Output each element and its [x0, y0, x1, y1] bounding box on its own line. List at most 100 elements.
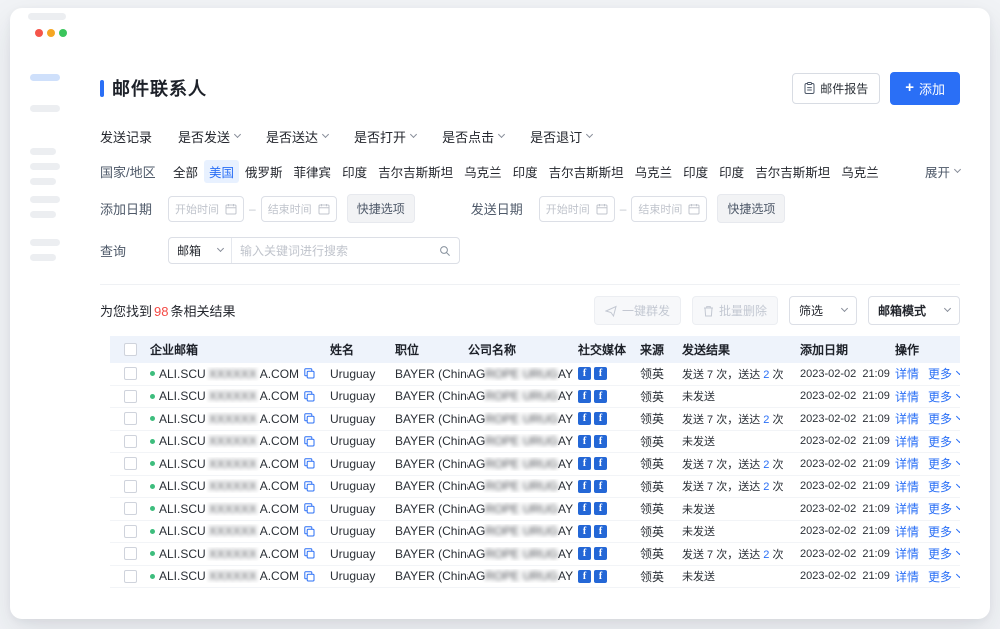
copy-icon[interactable] [304, 526, 315, 537]
send-record-label[interactable]: 发送记录 [100, 127, 152, 146]
country-option[interactable]: 俄罗斯 [240, 160, 288, 183]
sidebar-skeleton-item[interactable] [30, 211, 56, 218]
traffic-light-minimize-icon[interactable] [47, 29, 55, 37]
row-checkbox[interactable] [124, 570, 137, 583]
country-option[interactable]: 吉尔吉斯斯坦 [750, 160, 835, 183]
country-option[interactable]: 乌克兰 [836, 160, 884, 183]
copy-icon[interactable] [304, 548, 315, 559]
send-date-start-input[interactable]: 开始时间 [539, 196, 615, 222]
country-option[interactable]: 乌克兰 [459, 160, 507, 183]
facebook-icon[interactable] [578, 457, 591, 470]
bulk-delete-button[interactable]: 批量删除 [692, 296, 778, 325]
more-link[interactable]: 更多 [928, 500, 960, 517]
row-checkbox[interactable] [124, 390, 137, 403]
country-option[interactable]: 菲律宾 [289, 160, 337, 183]
copy-icon[interactable] [304, 458, 315, 469]
facebook-icon[interactable] [578, 435, 591, 448]
filter-dropdown[interactable]: 是否打开 [354, 127, 416, 146]
row-checkbox[interactable] [124, 412, 137, 425]
row-checkbox[interactable] [124, 480, 137, 493]
country-option[interactable]: 吉尔吉斯斯坦 [544, 160, 629, 183]
detail-link[interactable]: 详情 [895, 523, 919, 540]
country-option[interactable]: 乌克兰 [630, 160, 678, 183]
search-icon[interactable] [439, 245, 451, 257]
copy-icon[interactable] [304, 571, 315, 582]
row-checkbox[interactable] [124, 525, 137, 538]
mail-report-button[interactable]: 邮件报告 [792, 73, 880, 104]
more-link[interactable]: 更多 [928, 433, 960, 450]
bulk-send-button[interactable]: 一键群发 [594, 296, 681, 325]
filter-dropdown[interactable]: 是否发送 [178, 127, 240, 146]
row-checkbox[interactable] [124, 502, 137, 515]
facebook-icon[interactable] [578, 367, 591, 380]
facebook-icon[interactable] [594, 502, 607, 515]
row-checkbox[interactable] [124, 457, 137, 470]
sidebar-skeleton-item[interactable] [30, 254, 56, 261]
mailbox-mode-select[interactable]: 邮箱模式 [868, 296, 960, 325]
facebook-icon[interactable] [594, 390, 607, 403]
copy-icon[interactable] [304, 368, 315, 379]
select-all-checkbox[interactable] [124, 343, 137, 356]
facebook-icon[interactable] [578, 480, 591, 493]
detail-link[interactable]: 详情 [895, 500, 919, 517]
copy-icon[interactable] [304, 413, 315, 424]
copy-icon[interactable] [304, 481, 315, 492]
filter-dropdown[interactable]: 是否点击 [442, 127, 504, 146]
facebook-icon[interactable] [578, 547, 591, 560]
add-date-end-input[interactable]: 结束时间 [261, 196, 337, 222]
send-date-quick-options-button[interactable]: 快捷选项 [717, 194, 785, 223]
detail-link[interactable]: 详情 [895, 455, 919, 472]
facebook-icon[interactable] [594, 435, 607, 448]
facebook-icon[interactable] [578, 570, 591, 583]
country-option[interactable]: 吉尔吉斯斯坦 [373, 160, 458, 183]
traffic-light-close-icon[interactable] [35, 29, 43, 37]
filter-dropdown[interactable]: 是否退订 [530, 127, 592, 146]
facebook-icon[interactable] [594, 367, 607, 380]
sidebar-skeleton-item[interactable] [30, 239, 60, 246]
detail-link[interactable]: 详情 [895, 568, 919, 585]
more-link[interactable]: 更多 [928, 365, 960, 382]
facebook-icon[interactable] [578, 502, 591, 515]
copy-icon[interactable] [304, 391, 315, 402]
facebook-icon[interactable] [594, 457, 607, 470]
sidebar-skeleton-item[interactable] [30, 178, 56, 185]
facebook-icon[interactable] [594, 570, 607, 583]
more-link[interactable]: 更多 [928, 545, 960, 562]
more-link[interactable]: 更多 [928, 455, 960, 472]
row-checkbox[interactable] [124, 435, 137, 448]
filter-select[interactable]: 筛选 [789, 296, 857, 325]
facebook-icon[interactable] [594, 547, 607, 560]
sidebar-item-active[interactable] [30, 74, 60, 81]
country-option[interactable]: 印度 [337, 160, 372, 183]
sidebar-skeleton-item[interactable] [30, 105, 60, 112]
facebook-icon[interactable] [594, 412, 607, 425]
sidebar-skeleton-item[interactable] [30, 163, 60, 170]
facebook-icon[interactable] [578, 390, 591, 403]
sidebar-skeleton-item[interactable] [30, 196, 60, 203]
more-link[interactable]: 更多 [928, 523, 960, 540]
add-button[interactable]: 添加 [890, 72, 960, 105]
facebook-icon[interactable] [594, 480, 607, 493]
expand-toggle[interactable]: 展开 [925, 162, 960, 181]
facebook-icon[interactable] [578, 525, 591, 538]
more-link[interactable]: 更多 [928, 478, 960, 495]
detail-link[interactable]: 详情 [895, 410, 919, 427]
send-date-end-input[interactable]: 结束时间 [631, 196, 707, 222]
detail-link[interactable]: 详情 [895, 545, 919, 562]
copy-icon[interactable] [304, 436, 315, 447]
detail-link[interactable]: 详情 [895, 433, 919, 450]
row-checkbox[interactable] [124, 367, 137, 380]
more-link[interactable]: 更多 [928, 388, 960, 405]
filter-dropdown[interactable]: 是否送达 [266, 127, 328, 146]
row-checkbox[interactable] [124, 547, 137, 560]
country-option[interactable]: 印度 [508, 160, 543, 183]
detail-link[interactable]: 详情 [895, 365, 919, 382]
search-field-select[interactable]: 邮箱 [169, 238, 232, 263]
country-option[interactable]: 全部 [168, 160, 203, 183]
add-date-quick-options-button[interactable]: 快捷选项 [347, 194, 415, 223]
copy-icon[interactable] [304, 503, 315, 514]
country-option[interactable]: 印度 [678, 160, 713, 183]
search-input[interactable] [240, 244, 433, 258]
add-date-start-input[interactable]: 开始时间 [168, 196, 244, 222]
traffic-light-zoom-icon[interactable] [59, 29, 67, 37]
